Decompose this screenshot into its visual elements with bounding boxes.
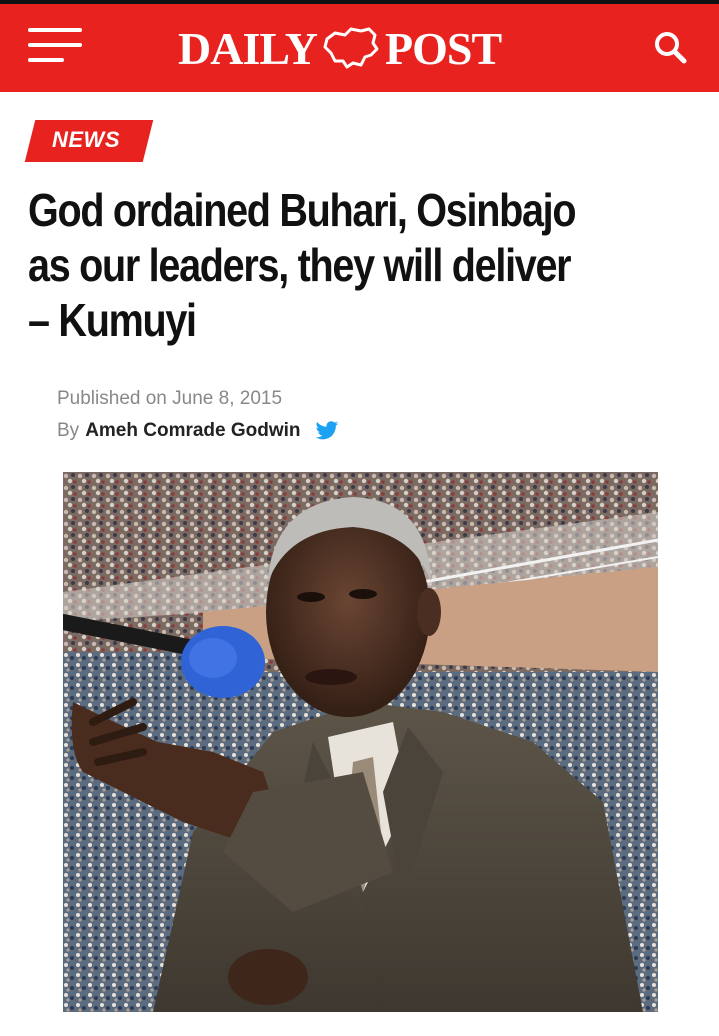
search-icon[interactable] xyxy=(651,28,691,68)
article-headline: God ordained Buhari, Osinbajo as our lea… xyxy=(28,184,577,346)
published-date: Published on June 8, 2015 xyxy=(57,388,282,410)
site-logo[interactable]: DAILY POST xyxy=(178,20,502,76)
byline: By Ameh Comrade Godwin xyxy=(57,420,339,442)
article-photo[interactable] xyxy=(63,472,658,1012)
header-top-border xyxy=(0,0,719,4)
nigeria-map-icon xyxy=(323,27,379,69)
category-tag[interactable]: NEWS xyxy=(52,127,120,153)
by-label: By xyxy=(57,420,80,441)
hamburger-menu-icon[interactable] xyxy=(28,28,84,68)
published-label: Published on xyxy=(57,388,167,409)
logo-text-daily: DAILY xyxy=(178,22,318,74)
author-link[interactable]: Ameh Comrade Godwin xyxy=(85,420,300,442)
twitter-icon[interactable] xyxy=(315,421,339,441)
site-header: DAILY POST xyxy=(0,0,719,92)
logo-text-post: POST xyxy=(385,22,502,74)
published-date-value: June 8, 2015 xyxy=(172,388,283,409)
